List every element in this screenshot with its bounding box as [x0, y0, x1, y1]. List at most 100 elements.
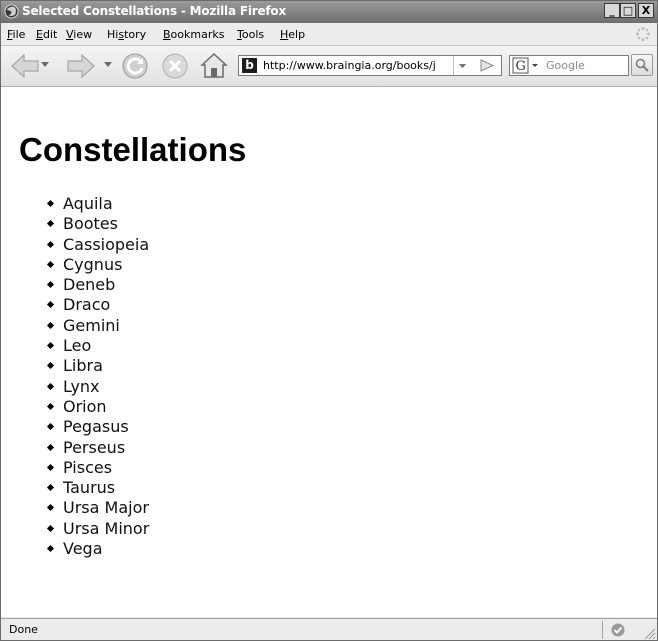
bullet-icon: [46, 342, 55, 350]
home-icon[interactable]: [199, 51, 229, 79]
list-item-text: Taurus: [63, 478, 116, 498]
bullet-icon: [46, 199, 55, 208]
list-item-text: Cygnus: [63, 254, 123, 274]
list-item-text: Pisces: [63, 457, 113, 477]
list-item: Cygnus: [1, 255, 149, 275]
list-item: Ursa Minor: [1, 519, 149, 539]
list-item-text: Aquila: [63, 194, 113, 213]
browser-window: Selected Constellations - Mozilla Firefo…: [0, 0, 658, 641]
bullet-icon: [46, 504, 55, 512]
bullet-icon: [46, 402, 55, 411]
forward-icon[interactable]: [66, 53, 96, 79]
menu-history-label: History: [107, 28, 147, 41]
throbber-icon: [636, 27, 650, 41]
list-item: Vega: [1, 539, 149, 559]
list-item: Draco: [1, 295, 149, 315]
page-content: Constellations Aquila Bootes Cassiopeia Cyg…: [1, 87, 657, 617]
list-item-text: Gemini: [63, 315, 120, 335]
list-item-text: Bootes: [63, 214, 119, 234]
page-heading: Constellations: [19, 131, 247, 168]
url-bar[interactable]: b http://www.braingia.org/books/j: [238, 55, 502, 76]
stop-icon[interactable]: [161, 52, 189, 80]
list-item: Perseus: [1, 438, 149, 458]
menu-history[interactable]: History: [107, 28, 146, 41]
bullet-icon: [46, 443, 55, 451]
bullet-icon: [46, 281, 55, 289]
bullet-icon: [46, 382, 55, 390]
resize-grip-icon[interactable]: [642, 626, 656, 640]
security-check-icon[interactable]: [610, 622, 626, 638]
title-bar[interactable]: Selected Constellations - Mozilla Firefo…: [1, 1, 657, 23]
menu-tools[interactable]: Tools: [237, 28, 264, 41]
maximize-button[interactable]: □: [620, 3, 636, 18]
list-item: Lynx: [1, 377, 149, 397]
list-item-text: Deneb: [63, 275, 116, 295]
list-item-text: Lynx: [63, 376, 100, 396]
google-engine-icon[interactable]: G: [512, 57, 542, 74]
minimize-button[interactable]: _: [604, 3, 620, 18]
menu-bookmarks-label: Bookmarks: [163, 28, 225, 41]
list-item: Pegasus: [1, 417, 149, 437]
status-text: Done: [9, 623, 38, 636]
list-item-text: Ursa Major: [63, 498, 149, 518]
menu-help[interactable]: Help: [280, 28, 305, 41]
url-text[interactable]: http://www.braingia.org/books/j: [263, 59, 449, 72]
list-item-text: Draco: [63, 295, 111, 315]
site-favicon: b: [242, 58, 257, 73]
bullet-icon: [46, 301, 55, 309]
firefox-icon: [4, 4, 19, 19]
go-icon[interactable]: [471, 56, 501, 75]
menu-file-label: File: [7, 28, 26, 41]
menu-bookmarks[interactable]: Bookmarks: [163, 28, 224, 41]
constellation-list: Aquila Bootes Cassiopeia Cygnus Deneb Draco Ge…: [1, 194, 149, 559]
back-history-chevron-icon[interactable]: [41, 62, 49, 68]
menu-tools-label: Tools: [237, 28, 265, 41]
list-item-text: Libra: [63, 356, 103, 376]
list-item: Deneb: [1, 275, 149, 295]
search-bar[interactable]: G Google: [509, 55, 629, 76]
list-item: Bootes: [1, 214, 149, 234]
window-title: Selected Constellations - Mozilla Firefo…: [22, 4, 286, 18]
menu-view[interactable]: View: [66, 28, 92, 41]
list-item-text: Pegasus: [63, 417, 129, 437]
close-button[interactable]: X: [638, 3, 654, 18]
bullet-icon: [46, 524, 55, 532]
search-input[interactable]: Google: [546, 59, 585, 72]
list-item: Taurus: [1, 478, 149, 498]
menu-file[interactable]: File: [7, 28, 25, 41]
reload-icon[interactable]: [121, 52, 149, 80]
back-icon[interactable]: [10, 53, 40, 79]
list-item: Aquila: [1, 194, 149, 214]
menu-view-label: View: [66, 28, 93, 41]
bullet-icon: [46, 362, 55, 370]
svg-text:G: G: [516, 59, 526, 74]
list-item: Pisces: [1, 458, 149, 478]
list-item: Orion: [1, 397, 149, 417]
menu-edit[interactable]: Edit: [36, 28, 57, 41]
search-button[interactable]: [631, 54, 653, 76]
url-history-dropdown-icon[interactable]: [453, 56, 471, 75]
list-item-text: Cassiopeia: [63, 234, 150, 254]
menu-bar: File Edit View History Bookmarks Tools H…: [1, 23, 657, 46]
menu-help-label: Help: [280, 28, 306, 41]
navigation-toolbar: b http://www.braingia.org/books/j G Goog…: [1, 46, 657, 87]
list-item-text: Vega: [63, 539, 103, 559]
list-item: Cassiopeia: [1, 235, 149, 255]
list-item-text: Perseus: [63, 437, 126, 457]
list-item: Libra: [1, 356, 149, 376]
status-bar: Done: [1, 618, 657, 640]
bullet-icon: [46, 220, 55, 228]
bullet-icon: [46, 260, 55, 268]
forward-history-chevron-icon[interactable]: [104, 62, 112, 68]
magnifier-icon: [635, 58, 649, 72]
bullet-icon: [46, 240, 55, 248]
bullet-icon: [46, 463, 55, 471]
bullet-icon: [46, 545, 55, 553]
bullet-icon: [46, 484, 55, 492]
bullet-icon: [46, 321, 55, 329]
status-divider: [602, 621, 603, 639]
list-item: Gemini: [1, 316, 149, 336]
list-item-text: Leo: [63, 336, 92, 356]
list-item: Leo: [1, 336, 149, 356]
list-item-text: Orion: [63, 396, 107, 416]
